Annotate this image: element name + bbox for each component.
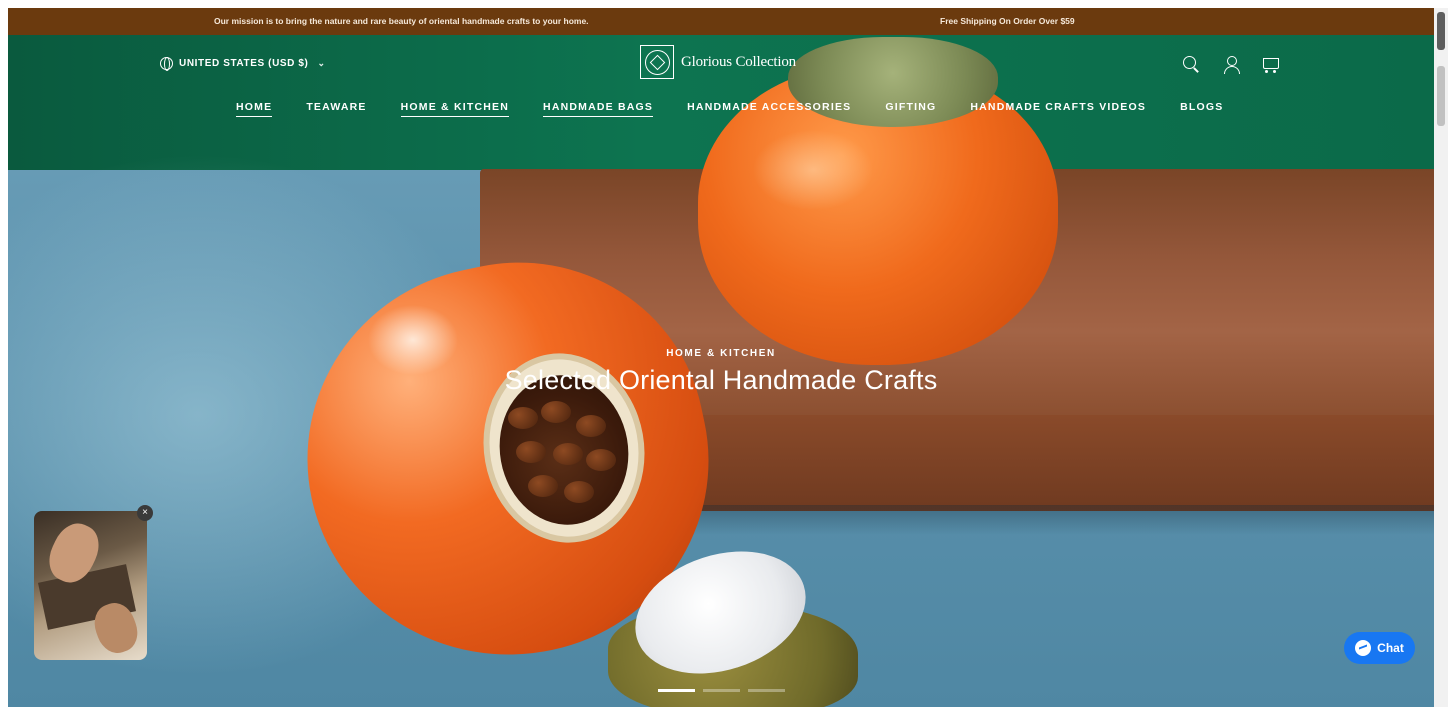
hero-subtitle: HOME & KITCHEN xyxy=(666,348,776,359)
page: Our mission is to bring the nature and r… xyxy=(8,8,1434,707)
logo-mark-icon xyxy=(640,45,674,79)
announcement-bar: Our mission is to bring the nature and r… xyxy=(8,8,1434,35)
messenger-icon xyxy=(1355,640,1372,656)
chat-label: Chat xyxy=(1377,641,1404,655)
header-actions xyxy=(1180,53,1282,75)
cart-icon[interactable] xyxy=(1260,53,1282,75)
currency-label: UNITED STATES (USD $) xyxy=(179,58,309,69)
mission-text: Our mission is to bring the nature and r… xyxy=(214,16,589,26)
slide-dot-1[interactable] xyxy=(658,689,695,692)
slide-dot-3[interactable] xyxy=(748,689,785,692)
chevron-down-icon: ⌄ xyxy=(317,58,326,68)
close-icon[interactable]: × xyxy=(137,505,153,521)
nav-item-blogs[interactable]: BLOGS xyxy=(1180,101,1223,117)
site-header: UNITED STATES (USD $) ⌄ Glorious Collect… xyxy=(8,35,1434,135)
chat-button[interactable]: Chat xyxy=(1344,632,1415,664)
currency-selector[interactable]: UNITED STATES (USD $) ⌄ xyxy=(160,57,326,71)
logo-text: Glorious Collection xyxy=(681,53,796,70)
nav-item-gifting[interactable]: GIFTING xyxy=(885,101,936,117)
nav-item-handmade-accessories[interactable]: HANDMADE ACCESSORIES xyxy=(687,101,851,117)
nav-item-home-kitchen[interactable]: HOME & KITCHEN xyxy=(400,101,510,117)
site-logo[interactable]: Glorious Collection xyxy=(640,45,796,79)
slider-pagination xyxy=(658,689,785,692)
hero-title: Selected Oriental Handmade Crafts xyxy=(504,365,938,395)
nav-item-teaware[interactable]: TEAWARE xyxy=(306,101,366,117)
slide-dot-2[interactable] xyxy=(703,689,740,692)
hero-banner: UNITED STATES (USD $) ⌄ Glorious Collect… xyxy=(8,35,1434,707)
main-nav: HOME TEAWARE HOME & KITCHEN HANDMADE BAG… xyxy=(236,101,1223,117)
nav-item-handmade-bags[interactable]: HANDMADE BAGS xyxy=(543,101,654,117)
floating-video-thumbnail[interactable] xyxy=(34,511,147,660)
scrollbar[interactable] xyxy=(1434,8,1448,707)
nav-item-home[interactable]: HOME xyxy=(236,101,273,117)
shipping-text: Free Shipping On Order Over $59 xyxy=(940,16,1075,26)
scrollbar-thumb[interactable] xyxy=(1437,66,1445,126)
nav-item-handmade-crafts-videos[interactable]: HANDMADE CRAFTS VIDEOS xyxy=(970,101,1146,117)
globe-icon xyxy=(160,57,173,71)
search-icon[interactable] xyxy=(1180,53,1202,75)
account-icon[interactable] xyxy=(1220,53,1242,75)
hero-caption: HOME & KITCHEN Selected Oriental Handmad… xyxy=(8,348,1434,396)
